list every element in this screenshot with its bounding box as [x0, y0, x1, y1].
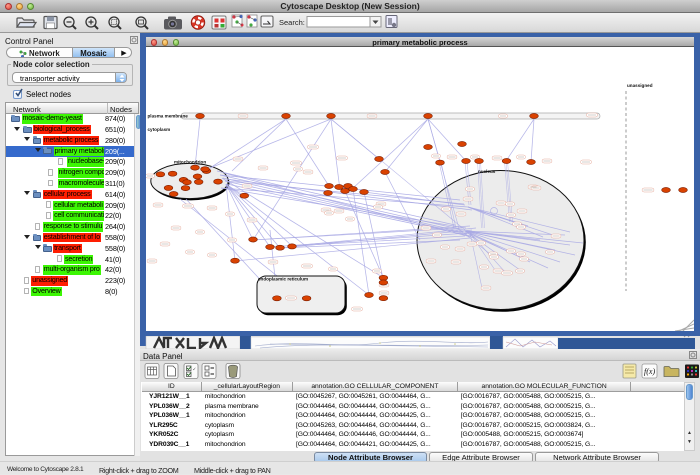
svg-text:unassigned: unassigned	[627, 83, 653, 88]
svg-text:f(x): f(x)	[644, 367, 655, 376]
svg-text:nucleus: nucleus	[478, 169, 496, 174]
svg-text:✓: ✓	[193, 367, 197, 372]
svg-text:endoplasmic reticulum: endoplasmic reticulum	[258, 277, 308, 282]
svg-text:plasma membrane: plasma membrane	[148, 113, 189, 118]
svg-text:cytoplasm: cytoplasm	[148, 127, 171, 132]
svg-text:mitochondrion: mitochondrion	[174, 160, 206, 165]
svg-text:Search:: Search:	[279, 18, 305, 27]
